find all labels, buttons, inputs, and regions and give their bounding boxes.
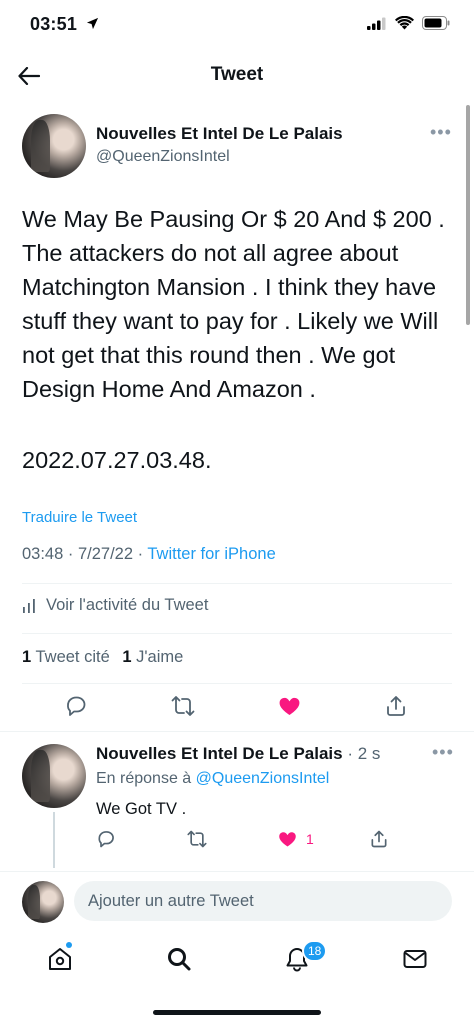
divider [0, 871, 474, 872]
heart-filled-icon [279, 697, 300, 715]
cellular-signal-icon [367, 17, 387, 35]
quote-count-value: 1 [22, 648, 32, 666]
divider [22, 633, 452, 634]
reply-retweet-button[interactable] [186, 829, 208, 849]
compose-reply-input[interactable] [74, 881, 452, 921]
reply-timestamp: · 2 s [342, 744, 381, 763]
share-icon [371, 830, 387, 848]
like-count-value: 1 [122, 648, 132, 666]
retweet-icon [171, 696, 195, 716]
quote-count-label: Tweet cité [35, 648, 110, 666]
view-activity-label: Voir l'activité du Tweet [46, 596, 209, 614]
retweet-icon [187, 830, 207, 848]
comment-icon [67, 696, 86, 716]
tweet-timestamp[interactable]: 03:48 · 7/27/22 · [22, 545, 147, 563]
like-count[interactable]: 1 J'aime [122, 648, 183, 666]
heart-filled-icon [279, 832, 296, 847]
status-time-text: 03:51 [30, 14, 78, 34]
share-button[interactable] [384, 694, 408, 718]
battery-icon [422, 16, 450, 35]
reply-author-name: Nouvelles Et Intel De Le Palais [96, 744, 343, 763]
scrollbar[interactable] [466, 105, 470, 325]
location-arrow-icon [86, 14, 99, 35]
notification-badge: 18 [302, 940, 328, 962]
reply-share-button[interactable] [369, 829, 389, 849]
like-count-label: J'aime [136, 648, 184, 666]
replying-to: En réponse à @QueenZionsIntel [96, 770, 329, 788]
mail-icon [403, 950, 427, 968]
nav-search[interactable] [164, 944, 194, 974]
reply-avatar[interactable] [22, 744, 86, 808]
compose-avatar [22, 881, 64, 923]
status-time: 03:51 [30, 14, 99, 35]
search-icon [168, 948, 191, 971]
tweet-text: We May Be Pausing Or $ 20 And $ 200 . Th… [22, 206, 445, 402]
header: Tweet [0, 52, 474, 100]
tweet-meta: 03:48 · 7/27/22 · Twitter for iPhone [22, 545, 276, 564]
author-name[interactable]: Nouvelles Et Intel De Le Palais [96, 124, 343, 144]
wifi-icon [395, 15, 414, 35]
nav-home[interactable] [45, 944, 75, 974]
reply-reply-button[interactable] [96, 829, 116, 849]
page-title: Tweet [210, 64, 264, 85]
divider [22, 583, 452, 584]
like-button[interactable] [277, 694, 302, 718]
home-notification-dot [66, 942, 72, 948]
home-indicator [153, 1010, 321, 1015]
reply-author-line[interactable]: Nouvelles Et Intel De Le Palais · 2 s [96, 744, 380, 764]
engagement-counts: 1 Tweet cité 1 J'aime [22, 648, 191, 667]
divider [0, 731, 474, 732]
avatar[interactable] [22, 114, 86, 178]
bar-chart-icon [23, 598, 35, 613]
reply-more-options-icon[interactable]: ••• [432, 742, 454, 763]
view-activity-button[interactable]: Voir l'activité du Tweet [22, 596, 208, 615]
author-handle[interactable]: @QueenZionsIntel [96, 148, 230, 166]
replying-to-label: En réponse à [96, 770, 196, 787]
tweet-source-link[interactable]: Twitter for iPhone [147, 545, 275, 563]
reply-like-count: 1 [306, 831, 314, 847]
nav-messages[interactable] [400, 944, 430, 974]
status-bar: 03:51 [0, 0, 474, 50]
reply-button[interactable] [64, 694, 88, 718]
reply-like-button[interactable]: 1 [277, 829, 314, 849]
share-icon [387, 696, 405, 716]
more-options-icon[interactable]: ••• [430, 122, 452, 143]
translate-tweet-link[interactable]: Traduire le Tweet [22, 509, 137, 526]
replying-to-mention[interactable]: @QueenZionsIntel [196, 770, 330, 787]
bottom-nav: 18 [0, 936, 474, 986]
comment-icon [98, 831, 114, 848]
tweet-date-text: 2022.07.27.03.48. [22, 447, 212, 473]
reply-text: We Got TV . [96, 800, 187, 818]
quote-count[interactable]: 1 Tweet cité [22, 648, 110, 666]
home-icon [49, 948, 71, 970]
divider [22, 683, 452, 684]
retweet-button[interactable] [170, 694, 196, 718]
thread-line [53, 812, 55, 868]
status-icons [367, 15, 450, 35]
